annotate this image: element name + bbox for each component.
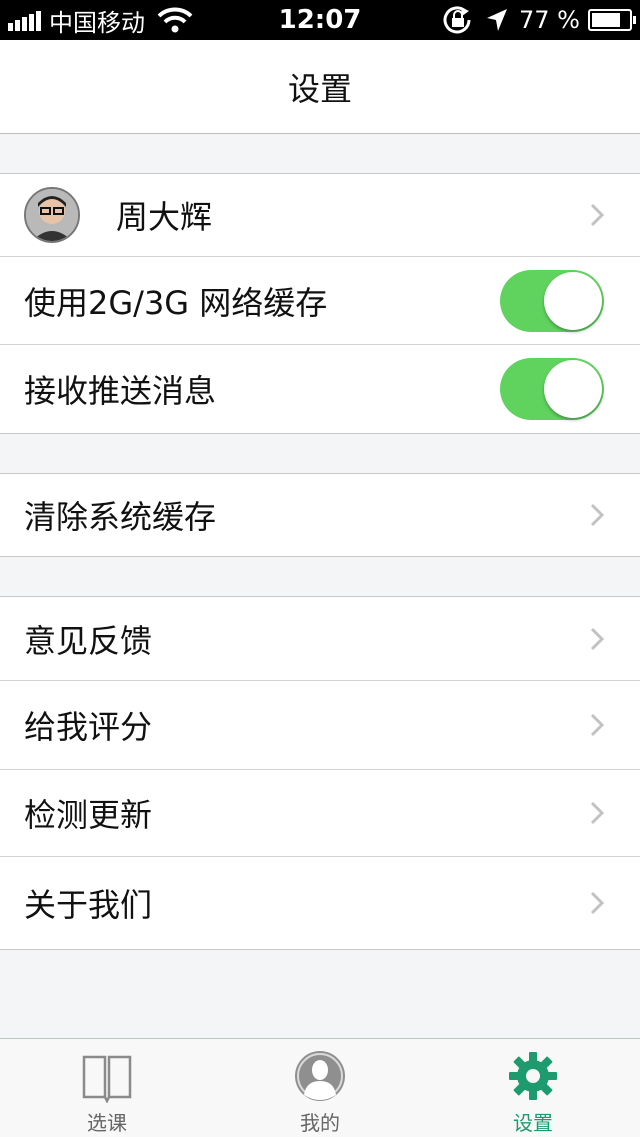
avatar-image <box>26 189 78 241</box>
rotation-lock-icon <box>443 6 471 34</box>
status-left: 中国移动 <box>8 0 193 40</box>
toggle-knob <box>544 271 602 330</box>
status-bar: 中国移动 12:07 77 % <box>0 0 640 40</box>
feedback-row[interactable]: 意见反馈 <box>0 597 640 681</box>
rate-row[interactable]: 给我评分 <box>0 681 640 770</box>
network-cache-toggle[interactable] <box>500 269 604 332</box>
tab-courses[interactable]: 选课 <box>0 1039 214 1137</box>
rate-label: 给我评分 <box>24 708 153 746</box>
battery-fill <box>592 13 620 27</box>
settings-group-about: 意见反馈 给我评分 检测更新 关于我们 <box>0 596 640 950</box>
battery-percentage: 77 % <box>519 6 580 34</box>
nav-bar: 设置 <box>0 40 640 134</box>
page-title: 设置 <box>287 69 352 108</box>
chevron-right-icon <box>590 503 604 527</box>
toggle-knob <box>544 360 602 418</box>
about-us-label: 关于我们 <box>24 886 153 924</box>
user-icon <box>295 1051 345 1101</box>
book-icon <box>82 1055 132 1103</box>
network-cache-row: 使用2G/3G 网络缓存 <box>0 257 640 345</box>
clear-cache-label: 清除系统缓存 <box>24 498 217 536</box>
feedback-label: 意见反馈 <box>24 621 153 660</box>
profile-name: 周大辉 <box>116 198 213 236</box>
status-right: 77 % <box>441 0 636 40</box>
check-update-row[interactable]: 检测更新 <box>0 770 640 857</box>
push-notification-row: 接收推送消息 <box>0 345 640 433</box>
push-notification-label: 接收推送消息 <box>24 372 217 410</box>
tab-settings[interactable]: 设置 <box>426 1039 640 1137</box>
chevron-right-icon <box>590 801 604 825</box>
gear-icon <box>509 1052 557 1100</box>
tab-bar: 选课 我的 设置 <box>0 1038 640 1137</box>
chevron-right-icon <box>590 713 604 737</box>
location-icon <box>487 9 508 31</box>
chevron-right-icon <box>590 891 604 915</box>
network-cache-label: 使用2G/3G 网络缓存 <box>24 283 328 322</box>
battery-icon <box>588 9 636 31</box>
tab-mine[interactable]: 我的 <box>213 1039 427 1137</box>
wifi-icon <box>157 7 193 33</box>
settings-group-cache: 清除系统缓存 <box>0 473 640 557</box>
chevron-right-icon <box>590 203 604 227</box>
signal-icon <box>8 9 43 31</box>
push-notification-toggle[interactable] <box>500 358 604 420</box>
carrier-name: 中国移动 <box>49 8 145 37</box>
tab-settings-label: 设置 <box>513 1111 553 1135</box>
chevron-right-icon <box>590 627 604 650</box>
clear-cache-row[interactable]: 清除系统缓存 <box>0 474 640 556</box>
avatar <box>24 187 80 243</box>
check-update-label: 检测更新 <box>24 796 153 834</box>
about-us-row[interactable]: 关于我们 <box>0 857 640 949</box>
tab-courses-label: 选课 <box>87 1111 127 1135</box>
tab-mine-label: 我的 <box>300 1111 340 1135</box>
profile-row[interactable]: 周大辉 <box>0 174 640 257</box>
settings-group-account: 周大辉 使用2G/3G 网络缓存 接收推送消息 <box>0 173 640 434</box>
